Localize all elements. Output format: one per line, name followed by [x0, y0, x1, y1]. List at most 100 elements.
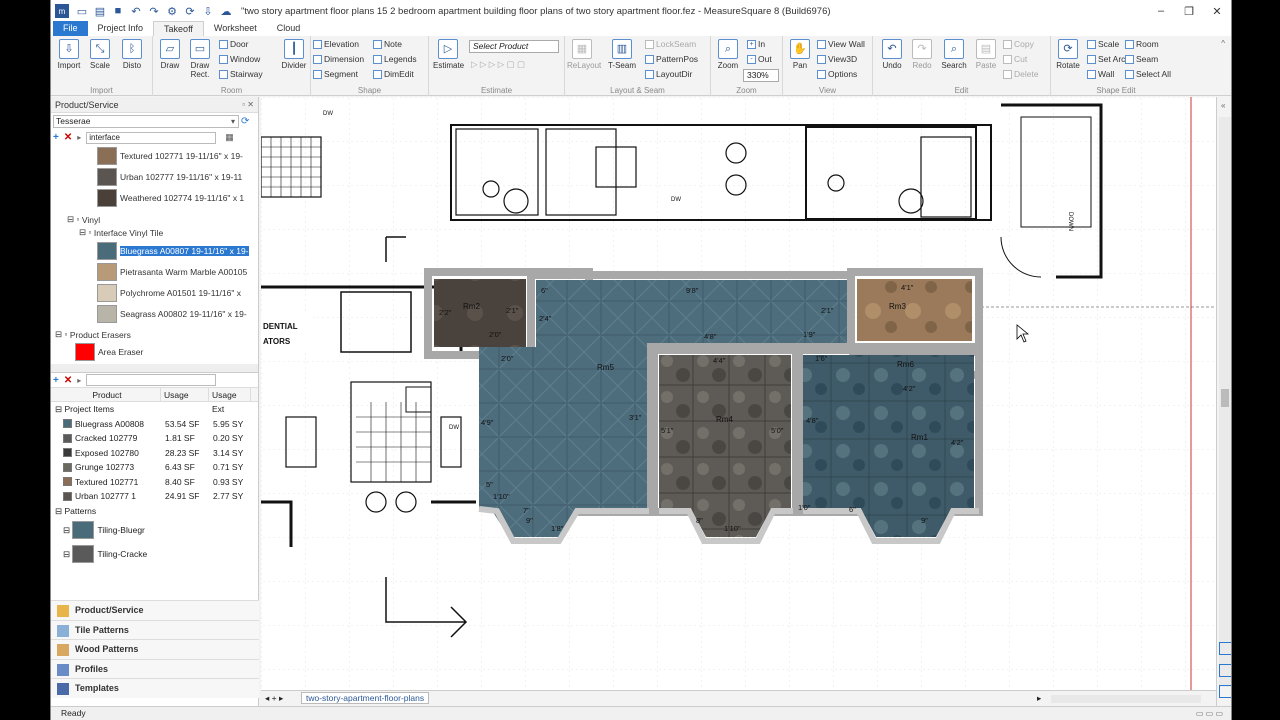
usage-group-project-items[interactable]: ⊟ Project Items	[51, 402, 258, 417]
layoutdir-button[interactable]: LayoutDir	[645, 68, 692, 80]
expand-icon[interactable]: ⊟ ▫	[79, 227, 92, 238]
settings-icon[interactable]: ⚙	[165, 4, 179, 18]
table-row[interactable]: Bluegrass A00808 53.54 SF 5.95 SY	[51, 417, 258, 432]
wall-button[interactable]: Wall	[1087, 68, 1114, 80]
note-button[interactable]: Note	[373, 38, 402, 50]
pattern-row[interactable]: ⊟ Tiling-Bluegr	[51, 518, 258, 542]
sheet-tab[interactable]: two-story-apartment-floor-plans	[301, 692, 430, 704]
add-icon[interactable]: +	[53, 375, 59, 386]
pin-close-icon[interactable]: ▫ ✕	[242, 97, 254, 113]
table-row[interactable]: Urban 102777 1 24.91 SF 2.77 SY	[51, 489, 258, 504]
remove-icon[interactable]: ✕	[64, 375, 72, 386]
view-wall-button[interactable]: View Wall	[817, 38, 865, 50]
list-item[interactable]: Textured 102771 19-11/16" x 19-	[97, 147, 243, 165]
nav-arrows-icon[interactable]: ◂ + ▸	[265, 693, 283, 704]
close-button[interactable]: ✕	[1203, 0, 1231, 22]
tab-takeoff[interactable]: Takeoff	[153, 21, 204, 36]
product-search-input[interactable]: interface	[86, 131, 217, 144]
tab-file[interactable]: File	[53, 21, 88, 36]
lockseam-button[interactable]: LockSeam	[645, 38, 696, 50]
segment-button[interactable]: Segment	[313, 68, 358, 80]
ribbon-collapse-icon[interactable]: ^	[1221, 39, 1225, 48]
rotate-button[interactable]: ⟳ Rotate	[1053, 39, 1083, 70]
seam-select-button[interactable]: Seam	[1125, 53, 1158, 65]
zoom-out-button[interactable]: - Out	[747, 53, 772, 65]
tree-node-vinyl[interactable]: ⊟ ▫ Vinyl	[67, 214, 100, 225]
vertical-scrollbar[interactable]	[1219, 117, 1231, 687]
select-all-button[interactable]: Select All	[1125, 68, 1171, 80]
search-button[interactable]: ⌕ Search	[939, 39, 969, 70]
scrollbar-thumb[interactable]	[1221, 389, 1229, 407]
tree-node-product-erasers[interactable]: ⊟ ▫ Product Erasers	[55, 329, 131, 340]
set-arc-button[interactable]: Set Arc	[1087, 53, 1125, 65]
table-row[interactable]: Exposed 102780 28.23 SF 3.14 SY	[51, 446, 258, 461]
copy-button[interactable]: Copy	[1003, 38, 1034, 50]
horizontal-scrollbar[interactable]	[1051, 695, 1201, 703]
options-button[interactable]: Options	[817, 68, 857, 80]
import-button[interactable]: ⇩ Import	[54, 39, 84, 70]
play-icon[interactable]	[1219, 664, 1231, 677]
zoom-button[interactable]: ⌕ Zoom	[713, 39, 743, 70]
list-item[interactable]: Polychrome A01501 19-11/16" x	[97, 284, 241, 302]
scale-button[interactable]: ⤡ Scale	[85, 39, 115, 70]
relayout-button[interactable]: ▦ ReLayout	[567, 39, 601, 70]
door-button[interactable]: Door	[219, 38, 248, 50]
divider-button[interactable]: ┃ Divider	[279, 39, 309, 70]
zoom-level-dropdown[interactable]: 330%	[743, 69, 779, 82]
dimedit-button[interactable]: DimEdit	[373, 68, 414, 80]
draw-button[interactable]: ▱ Draw	[155, 39, 185, 70]
room-select-button[interactable]: Room	[1125, 38, 1159, 50]
scale-shape-button[interactable]: Scale	[1087, 38, 1119, 50]
import-icon[interactable]: ⇩	[201, 4, 215, 18]
patternpos-button[interactable]: PatternPos	[645, 53, 698, 65]
list-item[interactable]: Bluegrass A00807 19-11/16" x 19-	[97, 242, 249, 260]
draw-rect-button[interactable]: ▭ Draw Rect.	[185, 39, 215, 79]
horizontal-scrollbar[interactable]	[51, 364, 258, 372]
product-filter-dropdown[interactable]: Tesserae	[53, 115, 239, 128]
redo-icon[interactable]: ↷	[147, 4, 161, 18]
disto-button[interactable]: ᛒ Disto	[117, 39, 147, 70]
maximize-button[interactable]: ❐	[1175, 0, 1203, 22]
select-product-dropdown[interactable]: Select Product	[469, 40, 559, 53]
nav-tile-patterns[interactable]: Tile Patterns	[51, 619, 259, 639]
refresh-icon[interactable]: ⟳	[241, 116, 249, 127]
resize-grip-icon[interactable]: ▭ ▭ ▭	[1196, 707, 1223, 720]
nav-wood-patterns[interactable]: Wood Patterns	[51, 639, 259, 659]
expand-icon[interactable]: ⊟ ▫	[67, 214, 80, 225]
new-file-icon[interactable]: ▭	[75, 4, 89, 18]
properties-icon[interactable]	[1219, 685, 1231, 698]
menu-icon[interactable]: ▸	[77, 376, 81, 385]
tab-project-info[interactable]: Project Info	[88, 21, 154, 36]
tab-worksheet[interactable]: Worksheet	[204, 21, 267, 36]
view3d-button[interactable]: View3D	[817, 53, 857, 65]
nav-product-service[interactable]: Product/Service	[51, 600, 259, 620]
list-item[interactable]: Seagrass A00802 19-11/16" x 19-	[97, 305, 247, 323]
cloud-icon[interactable]: ☁	[219, 4, 233, 18]
pan-button[interactable]: ✋ Pan	[785, 39, 815, 70]
save-icon[interactable]: ■	[111, 4, 125, 18]
list-item[interactable]: Area Eraser	[75, 343, 143, 361]
nav-templates[interactable]: Templates	[51, 678, 259, 698]
delete-button[interactable]: Delete	[1003, 68, 1039, 80]
open-folder-icon[interactable]: ▤	[93, 4, 107, 18]
usage-group-patterns[interactable]: ⊟ Patterns	[51, 504, 258, 519]
stairway-button[interactable]: Stairway	[219, 68, 263, 80]
tab-cloud[interactable]: Cloud	[267, 21, 311, 36]
minimize-button[interactable]: –	[1147, 0, 1175, 22]
undo-button[interactable]: ↶ Undo	[877, 39, 907, 70]
nav-profiles[interactable]: Profiles	[51, 658, 259, 678]
legends-button[interactable]: Legends	[373, 53, 417, 65]
paste-button[interactable]: ▤ Paste	[971, 39, 1001, 70]
drawing-canvas[interactable]: DENTIAL ATORS DW DW DW DOWN Rm2 Rm5 Rm3 …	[261, 97, 1216, 690]
sync-icon[interactable]: ⟳	[183, 4, 197, 18]
zoom-in-button[interactable]: + In	[747, 38, 765, 50]
tseam-button[interactable]: ▥ T-Seam	[607, 39, 637, 70]
collapse-panel-icon[interactable]: «	[1221, 101, 1225, 110]
undo-icon[interactable]: ↶	[129, 4, 143, 18]
redo-button[interactable]: ↷ Redo	[907, 39, 937, 70]
expand-icon[interactable]: ⊟ ▫	[55, 329, 68, 340]
usage-search-input[interactable]	[86, 374, 217, 386]
list-item[interactable]: Pietrasanta Warm Marble A00105	[97, 263, 247, 281]
list-item[interactable]: Weathered 102774 19-11/16" x 1	[97, 189, 244, 207]
layers-icon[interactable]	[1219, 642, 1231, 655]
